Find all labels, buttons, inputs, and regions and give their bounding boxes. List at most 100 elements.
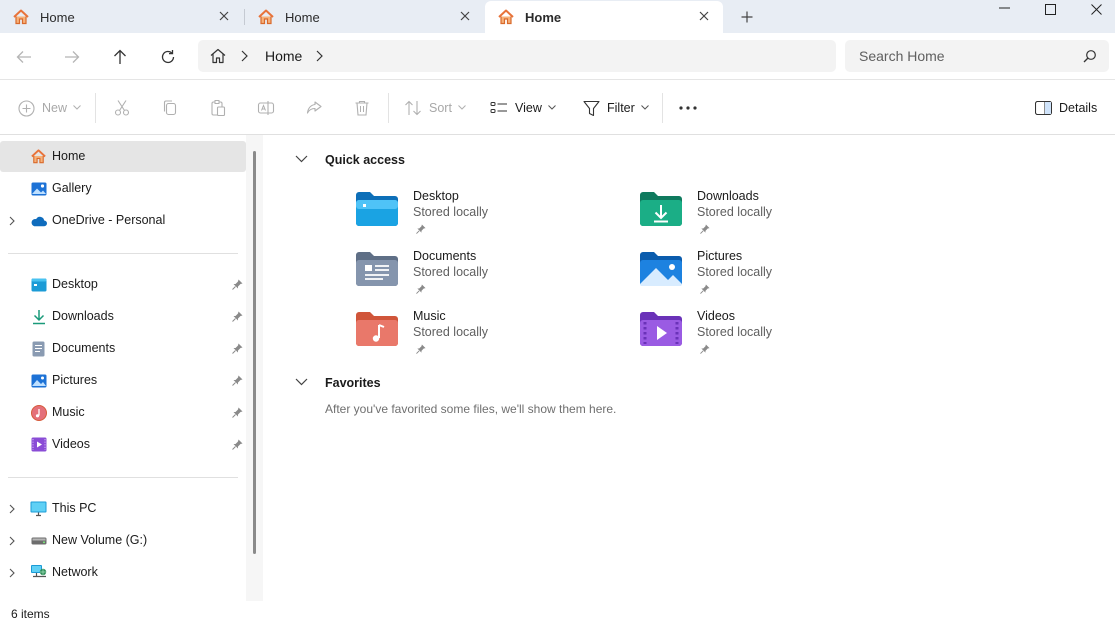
- documents-folder-icon: [355, 251, 399, 287]
- sidebar-item-network[interactable]: Network: [0, 557, 246, 588]
- tile-status: Stored locally: [697, 205, 773, 219]
- sidebar-item-label: Downloads: [52, 309, 114, 323]
- quick-access-documents[interactable]: Documents Stored locally: [355, 249, 615, 305]
- tile-status: Stored locally: [413, 265, 489, 279]
- forward-button[interactable]: [60, 45, 84, 69]
- view-button[interactable]: View: [490, 97, 556, 119]
- search-icon[interactable]: [1083, 49, 1097, 63]
- pin-icon[interactable]: [232, 375, 243, 386]
- chevron-right-icon[interactable]: [316, 50, 326, 62]
- quick-access-pictures[interactable]: Pictures Stored locally: [639, 249, 899, 305]
- sidebar-divider: [8, 253, 238, 254]
- sidebar-item-this-pc[interactable]: This PC: [0, 493, 246, 524]
- sidebar-item-gallery[interactable]: Gallery: [0, 173, 246, 204]
- sidebar-item-new-volume[interactable]: New Volume (G:): [0, 525, 246, 556]
- sidebar-divider: [8, 477, 238, 478]
- sidebar-item-label: Desktop: [52, 277, 98, 291]
- sidebar-item-onedrive[interactable]: OneDrive - Personal: [0, 205, 246, 236]
- pin-icon: [700, 343, 710, 354]
- chevron-down-icon[interactable]: [295, 378, 309, 388]
- address-bar[interactable]: Home: [198, 40, 836, 72]
- section-title: Favorites: [325, 376, 381, 390]
- quick-access-desktop[interactable]: Desktop Stored locally: [355, 189, 615, 245]
- pin-icon[interactable]: [232, 343, 243, 354]
- chevron-right-icon[interactable]: [9, 568, 17, 578]
- back-button[interactable]: [12, 45, 36, 69]
- chevron-right-icon[interactable]: [9, 536, 17, 546]
- tile-name: Downloads: [697, 189, 759, 203]
- new-button[interactable]: New: [17, 97, 81, 119]
- tab-home-active[interactable]: Home: [485, 1, 723, 33]
- delete-button[interactable]: [351, 97, 373, 119]
- breadcrumb-home[interactable]: Home: [265, 48, 302, 64]
- close-window-button[interactable]: [1073, 1, 1115, 17]
- sidebar-scrollbar[interactable]: [253, 151, 256, 554]
- chevron-down-icon[interactable]: [295, 155, 309, 165]
- details-button[interactable]: Details: [1034, 97, 1097, 119]
- chevron-right-icon[interactable]: [241, 50, 251, 62]
- pictures-icon: [30, 372, 47, 389]
- onedrive-icon: [30, 212, 47, 229]
- sidebar-item-documents[interactable]: Documents: [0, 333, 246, 364]
- sidebar-item-music[interactable]: Music: [0, 397, 246, 428]
- chevron-right-icon[interactable]: [9, 216, 17, 226]
- minimize-button[interactable]: [981, 0, 1027, 16]
- quick-access-videos[interactable]: Videos Stored locally: [639, 309, 899, 365]
- downloads-icon: [30, 308, 47, 325]
- tile-name: Desktop: [413, 189, 459, 203]
- sidebar-item-downloads[interactable]: Downloads: [0, 301, 246, 332]
- share-button[interactable]: [303, 97, 325, 119]
- this-pc-icon: [30, 500, 47, 517]
- rename-button[interactable]: [255, 97, 277, 119]
- documents-icon: [30, 340, 47, 357]
- sidebar-item-label: Home: [52, 149, 86, 163]
- cut-button[interactable]: [111, 97, 133, 119]
- sidebar-item-label: Documents: [52, 341, 116, 355]
- sidebar-item-pictures[interactable]: Pictures: [0, 365, 246, 396]
- copy-button[interactable]: [159, 97, 181, 119]
- pin-icon[interactable]: [232, 407, 243, 418]
- quick-access-downloads[interactable]: Downloads Stored locally: [639, 189, 899, 245]
- maximize-button[interactable]: [1027, 1, 1073, 17]
- favorites-empty-message: After you've favorited some files, we'll…: [325, 402, 617, 416]
- close-icon[interactable]: [458, 9, 472, 23]
- arrow-left-icon: [16, 51, 31, 63]
- separator: [662, 93, 663, 123]
- search-box[interactable]: [845, 40, 1109, 72]
- search-input[interactable]: [859, 48, 1069, 64]
- favorites-header[interactable]: Favorites: [295, 373, 381, 393]
- sort-button[interactable]: Sort: [404, 97, 466, 119]
- pin-icon[interactable]: [232, 279, 243, 290]
- more-options-button[interactable]: [677, 97, 699, 119]
- quick-access-music[interactable]: Music Stored locally: [355, 309, 615, 365]
- chevron-right-icon[interactable]: [9, 504, 17, 514]
- tab-home-1[interactable]: Home: [0, 1, 243, 33]
- quick-access-header[interactable]: Quick access: [295, 150, 405, 170]
- close-icon[interactable]: [697, 9, 711, 23]
- home-outline-icon[interactable]: [209, 47, 227, 65]
- tab-label: Home: [525, 9, 562, 25]
- filter-button[interactable]: Filter: [582, 97, 649, 119]
- tab-home-2[interactable]: Home: [245, 1, 484, 33]
- paste-button[interactable]: [207, 97, 229, 119]
- tile-status: Stored locally: [697, 325, 773, 339]
- arrow-right-icon: [65, 51, 80, 63]
- pin-icon[interactable]: [232, 311, 243, 322]
- pin-icon[interactable]: [232, 439, 243, 450]
- close-icon[interactable]: [217, 9, 231, 23]
- sidebar-item-videos[interactable]: Videos: [0, 429, 246, 460]
- chevron-down-icon: [640, 105, 649, 111]
- sidebar-item-desktop[interactable]: Desktop: [0, 269, 246, 300]
- new-tab-button[interactable]: [738, 8, 756, 26]
- music-folder-icon: [355, 311, 399, 347]
- sidebar-item-label: New Volume (G:): [52, 533, 148, 547]
- home-icon: [257, 8, 275, 26]
- downloads-folder-icon: [639, 191, 683, 227]
- refresh-button[interactable]: [156, 45, 180, 69]
- view-list-icon: [490, 99, 508, 117]
- filter-icon: [582, 99, 600, 117]
- navigation-pane: Home Gallery OneDrive - Personal Desktop…: [0, 135, 263, 601]
- home-icon: [30, 148, 47, 165]
- sidebar-item-home[interactable]: Home: [0, 141, 246, 172]
- up-button[interactable]: [108, 45, 132, 69]
